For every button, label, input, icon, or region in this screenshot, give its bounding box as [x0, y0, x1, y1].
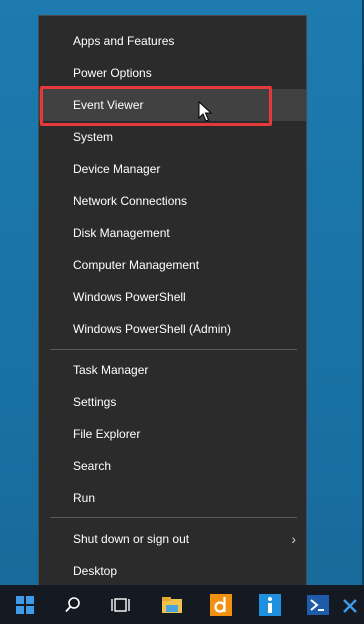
menu-item-desktop[interactable]: Desktop [39, 555, 306, 587]
mouse-pointer-icon [198, 101, 212, 122]
menu-item-label: Search [73, 459, 112, 473]
menu-item-run[interactable]: Run [39, 482, 306, 514]
menu-item-power-options[interactable]: Power Options [39, 57, 306, 89]
orange-app-taskbar-button[interactable] [201, 585, 241, 624]
menu-item-settings[interactable]: Settings [39, 386, 306, 418]
menu-item-label: Task Manager [73, 363, 149, 377]
menu-item-label: Shut down or sign out [73, 532, 190, 546]
menu-item-windows-powershell[interactable]: Windows PowerShell [39, 281, 306, 313]
menu-separator [50, 517, 297, 518]
menu-item-label: File Explorer [73, 427, 141, 441]
chevron-right-icon: › [291, 531, 296, 547]
windows-start-icon [16, 595, 34, 614]
menu-separator [50, 349, 297, 350]
menu-item-label: Network Connections [73, 194, 188, 208]
close-icon [343, 598, 357, 613]
powershell-taskbar-button[interactable] [298, 585, 338, 624]
menu-item-label: Computer Management [73, 258, 200, 272]
info-app-icon [259, 593, 281, 616]
search-icon [65, 596, 80, 612]
task-view-button[interactable] [101, 585, 141, 624]
menu-item-shut-down-or-sign-out[interactable]: Shut down or sign out › [39, 523, 306, 555]
menu-item-label: Windows PowerShell [73, 290, 186, 304]
menu-item-label: Disk Management [73, 226, 170, 240]
menu-item-device-manager[interactable]: Device Manager [39, 153, 306, 185]
partial-taskbar-button[interactable] [342, 585, 364, 624]
menu-item-label: Run [73, 491, 96, 505]
menu-item-windows-powershell-admin[interactable]: Windows PowerShell (Admin) [39, 313, 306, 345]
menu-item-label: Desktop [73, 564, 118, 578]
file-explorer-taskbar-button[interactable] [152, 585, 192, 624]
menu-item-label: Apps and Features [73, 34, 175, 48]
menu-item-file-explorer[interactable]: File Explorer [39, 418, 306, 450]
powershell-icon [307, 594, 329, 615]
orange-app-icon [210, 593, 232, 616]
menu-item-disk-management[interactable]: Disk Management [39, 217, 306, 249]
search-button[interactable] [53, 585, 93, 624]
menu-item-label: System [73, 130, 114, 144]
menu-item-computer-management[interactable]: Computer Management [39, 249, 306, 281]
start-button[interactable] [5, 585, 45, 624]
menu-item-label: Power Options [73, 66, 152, 80]
menu-item-label: Settings [73, 395, 117, 409]
highlight-annotation [40, 86, 272, 126]
menu-item-network-connections[interactable]: Network Connections [39, 185, 306, 217]
menu-item-search[interactable]: Search [39, 450, 306, 482]
task-view-icon [111, 597, 130, 612]
info-app-taskbar-button[interactable] [250, 585, 290, 624]
file-explorer-icon [162, 596, 182, 613]
menu-item-label: Windows PowerShell (Admin) [73, 322, 232, 336]
menu-item-label: Device Manager [73, 162, 161, 176]
taskbar [0, 585, 364, 624]
menu-item-task-manager[interactable]: Task Manager [39, 354, 306, 386]
menu-item-apps-and-features[interactable]: Apps and Features [39, 25, 306, 57]
